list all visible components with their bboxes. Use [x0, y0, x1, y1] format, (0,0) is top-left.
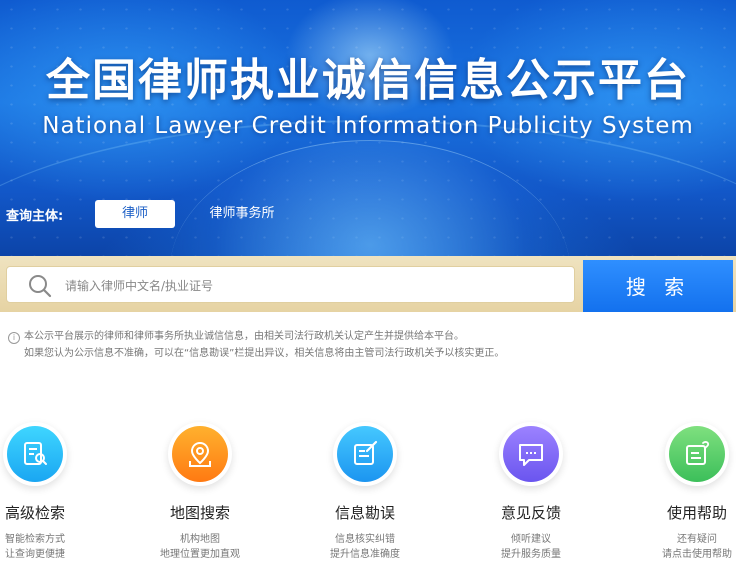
feature-desc-line: 让查询更便捷 — [5, 549, 65, 560]
feature-help[interactable]: 使用帮助 还有疑问 请点击使用帮助 — [632, 422, 736, 562]
feature-info-correction[interactable]: 信息勘误 信息核实纠错 提升信息准确度 — [300, 422, 430, 562]
advanced-search-icon — [7, 426, 63, 482]
disclaimer-text-2: 如果您认为公示信息不准确，可以在“信息勘误”栏提出异议，相关信息将由主管司法行政… — [24, 348, 505, 359]
feature-advanced-search[interactable]: 高级检索 智能检索方式 让查询更便捷 — [0, 422, 100, 562]
feature-description: 信息核实纠错 提升信息准确度 — [300, 532, 430, 562]
map-pin-icon — [172, 426, 228, 482]
feature-icon-frame — [3, 422, 67, 486]
info-icon: i — [8, 332, 20, 344]
feature-description: 机构地图 地理位置更加直观 — [135, 532, 265, 562]
feature-title: 高级检索 — [4, 504, 65, 522]
feature-title: 使用帮助 — [666, 504, 727, 522]
edit-document-icon — [337, 426, 393, 482]
page-title-english: National Lawyer Credit Information Publi… — [42, 113, 694, 139]
feature-desc-line: 机构地图 — [180, 534, 220, 545]
feature-description: 智能检索方式 让查询更便捷 — [0, 532, 100, 562]
feature-desc-line: 还有疑问 — [677, 534, 717, 545]
tab-lawyer[interactable]: 律师 — [95, 200, 175, 228]
feature-desc-line: 倾听建议 — [511, 534, 551, 545]
search-input[interactable] — [63, 267, 567, 304]
hero-banner: 全国律师执业诚信信息公示平台 National Lawyer Credit In… — [0, 0, 736, 256]
search-icon — [29, 275, 52, 298]
feature-icon-frame — [665, 422, 729, 486]
disclaimer-line-1: i 本公示平台展示的律师和律师事务所执业诚信信息，由相关司法行政机关认定产生并提供… — [8, 328, 728, 345]
feature-description: 还有疑问 请点击使用帮助 — [632, 532, 736, 562]
feature-desc-line: 地理位置更加直观 — [160, 549, 240, 560]
page-title-chinese: 全国律师执业诚信信息公示平台 — [46, 55, 690, 106]
feature-icon-frame — [168, 422, 232, 486]
feature-desc-line: 智能检索方式 — [5, 534, 65, 545]
feature-map-search[interactable]: 地图搜索 机构地图 地理位置更加直观 — [135, 422, 265, 562]
feature-icon-frame — [333, 422, 397, 486]
feature-description: 倾听建议 提升服务质量 — [466, 532, 596, 562]
feature-title: 意见反馈 — [500, 504, 561, 522]
feature-feedback[interactable]: 意见反馈 倾听建议 提升服务质量 — [466, 422, 596, 562]
tab-law-firm[interactable]: 律师事务所 — [196, 200, 288, 228]
feature-title: 信息勘误 — [334, 504, 395, 522]
search-button[interactable]: 搜 索 — [583, 260, 733, 312]
feature-desc-line: 信息核实纠错 — [335, 534, 395, 545]
help-document-icon — [669, 426, 725, 482]
disclaimer-notice: i 本公示平台展示的律师和律师事务所执业诚信信息，由相关司法行政机关认定产生并提供… — [8, 328, 728, 362]
disclaimer-text-1: 本公示平台展示的律师和律师事务所执业诚信信息，由相关司法行政机关认定产生并提供给… — [24, 331, 464, 342]
feature-desc-line: 请点击使用帮助 — [662, 549, 732, 560]
feature-desc-line: 提升信息准确度 — [330, 549, 400, 560]
feature-icon-frame — [499, 422, 563, 486]
feature-desc-line: 提升服务质量 — [501, 549, 561, 560]
feature-title: 地图搜索 — [169, 504, 230, 522]
feedback-chat-icon — [503, 426, 559, 482]
query-subject-label: 查询主体: — [6, 209, 64, 224]
search-box — [6, 266, 575, 304]
